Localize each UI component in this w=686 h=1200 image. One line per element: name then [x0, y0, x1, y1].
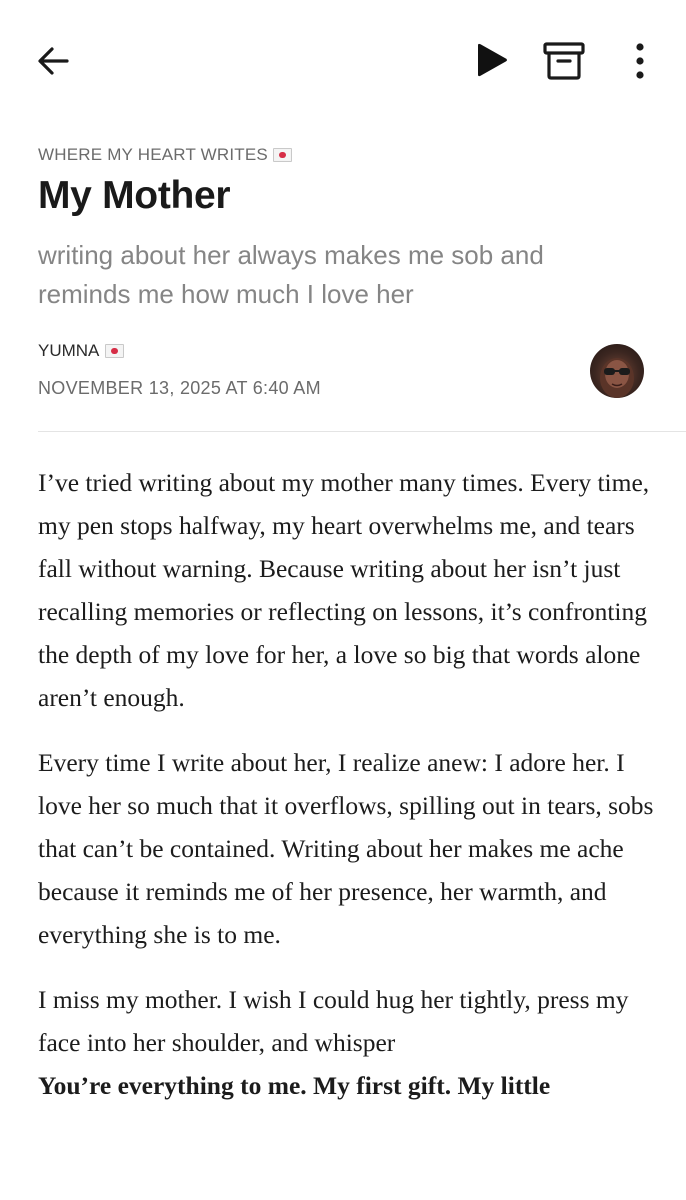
- play-icon: [478, 43, 507, 77]
- article-body: I’ve tried writing about my mother many …: [38, 461, 663, 1107]
- post-subtitle: writing about her always makes me sob an…: [38, 240, 544, 309]
- publication-label: WHERE MY HEART WRITES: [38, 145, 268, 164]
- publication-name[interactable]: WHERE MY HEART WRITES: [38, 145, 292, 165]
- paragraph: I miss my mother. I wish I could hug her…: [38, 978, 663, 1107]
- bold-quote: You’re everything to me. My first gift. …: [38, 1071, 551, 1100]
- author-avatar[interactable]: [590, 344, 644, 398]
- play-button[interactable]: [468, 38, 514, 84]
- archive-box-icon: [543, 42, 585, 80]
- top-toolbar: [0, 0, 686, 122]
- avatar-portrait: [600, 358, 634, 398]
- author-name[interactable]: YUMNA: [38, 341, 125, 361]
- envelope-heart-icon: [272, 148, 292, 162]
- vertical-dots-icon: [636, 43, 644, 79]
- paragraph: I’ve tried writing about my mother many …: [38, 468, 650, 712]
- post-date: NOVEMBER 13, 2025 AT 6:40 AM: [38, 378, 321, 398]
- envelope-heart-icon: [105, 344, 125, 358]
- more-options-button[interactable]: [618, 38, 662, 84]
- paragraph-text: I miss my mother. I wish I could hug her…: [38, 985, 629, 1057]
- paragraph: Every time I write about her, I realize …: [38, 748, 654, 949]
- back-button[interactable]: [30, 38, 76, 84]
- post-title: My Mother: [38, 174, 231, 217]
- author-label: YUMNA: [38, 341, 100, 360]
- header-divider: [38, 431, 686, 432]
- archive-button[interactable]: [540, 38, 588, 84]
- arrow-left-icon: [38, 47, 69, 75]
